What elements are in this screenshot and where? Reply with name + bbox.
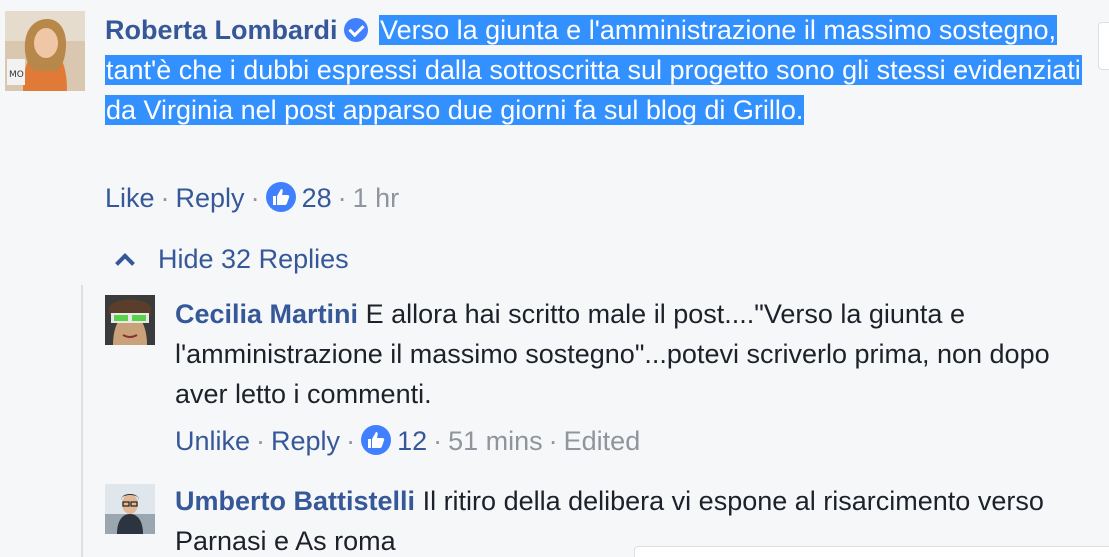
edited-label[interactable]: Edited	[564, 426, 641, 456]
comment-author-link[interactable]: Roberta Lombardi	[105, 15, 338, 45]
like-thumb-icon[interactable]	[265, 182, 296, 212]
comment-input-box[interactable]	[634, 546, 1109, 557]
avatar-image	[105, 295, 155, 345]
like-button[interactable]: Like	[105, 183, 155, 213]
separator-dot: ·	[160, 183, 170, 213]
comment-body: Roberta Lombardi Verso la giunta e l'amm…	[105, 10, 1105, 130]
comment-timestamp[interactable]: 1 hr	[353, 183, 400, 213]
avatar-roberta-lombardi[interactable]: MO	[5, 11, 85, 91]
comment-text-block: Roberta Lombardi Verso la giunta e l'amm…	[105, 10, 1105, 130]
separator-dot: ·	[250, 183, 260, 213]
separator-dot: ·	[548, 426, 558, 456]
reply-button[interactable]: Reply	[176, 183, 245, 213]
svg-text:MO: MO	[9, 70, 24, 80]
like-thumb-icon[interactable]	[361, 425, 392, 455]
reply-text-block: Cecilia Martini E allora hai scritto mal…	[175, 294, 1075, 414]
reply-author-link[interactable]: Umberto Battistelli	[175, 486, 415, 516]
reply-actions: Unlike · Reply · 12 · 51 mins · Edited	[175, 424, 640, 458]
replies-thread-line	[81, 285, 83, 557]
reply-author-link[interactable]: Cecilia Martini	[175, 299, 358, 329]
avatar-image	[105, 484, 155, 534]
side-panel-edge	[1098, 22, 1109, 70]
separator-dot: ·	[337, 183, 347, 213]
hide-replies-toggle[interactable]: Hide 32 Replies	[112, 241, 349, 277]
comment-actions: Like · Reply · 28 · 1 hr	[105, 181, 399, 215]
verified-badge-icon	[343, 18, 368, 42]
likes-count[interactable]: 12	[397, 426, 427, 456]
reply-timestamp[interactable]: 51 mins	[448, 426, 543, 456]
chevron-up-icon	[115, 253, 135, 273]
separator-dot: ·	[256, 426, 266, 456]
likes-count[interactable]: 28	[302, 183, 332, 213]
avatar-image: MO	[5, 11, 85, 91]
avatar-umberto-battistelli[interactable]	[105, 484, 155, 534]
separator-dot: ·	[433, 426, 443, 456]
unlike-button[interactable]: Unlike	[175, 426, 250, 456]
reply-button[interactable]: Reply	[271, 426, 340, 456]
hide-replies-label: Hide 32 Replies	[158, 244, 349, 274]
reply-body: Cecilia Martini E allora hai scritto mal…	[175, 294, 1075, 414]
separator-dot: ·	[346, 426, 356, 456]
avatar-cecilia-martini[interactable]	[105, 295, 155, 345]
comment-thread: MO Roberta Lombardi Verso la giunta e l'…	[0, 0, 1109, 557]
